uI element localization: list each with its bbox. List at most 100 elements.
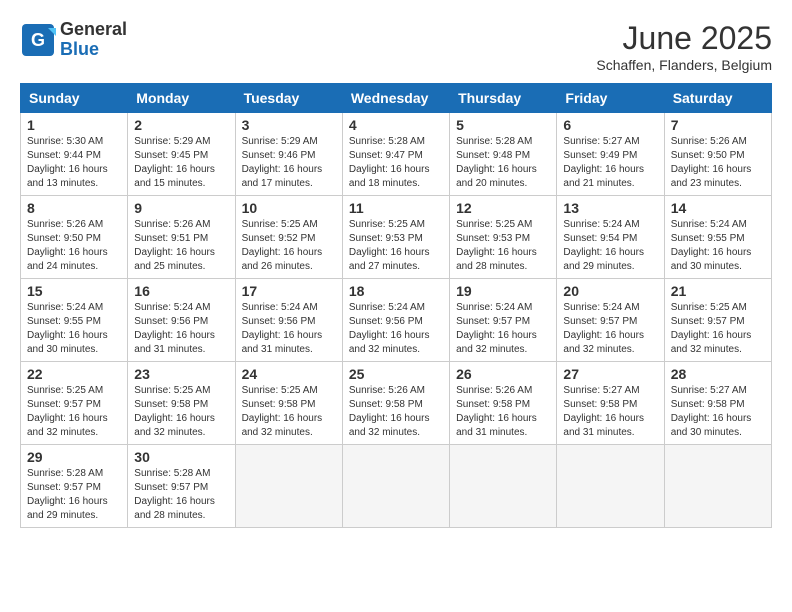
calendar-cell: 13 Sunrise: 5:24 AM Sunset: 9:54 PM Dayl… <box>557 196 664 279</box>
day-number: 28 <box>671 366 765 382</box>
location: Schaffen, Flanders, Belgium <box>596 57 772 73</box>
day-info: Sunrise: 5:24 AM Sunset: 9:55 PM Dayligh… <box>27 301 121 357</box>
day-number: 6 <box>563 117 657 133</box>
day-info: Sunrise: 5:27 AM Sunset: 9:58 PM Dayligh… <box>671 384 765 440</box>
day-number: 8 <box>27 200 121 216</box>
day-info: Sunrise: 5:26 AM Sunset: 9:50 PM Dayligh… <box>27 218 121 274</box>
day-number: 9 <box>134 200 228 216</box>
day-info: Sunrise: 5:27 AM Sunset: 9:49 PM Dayligh… <box>563 135 657 191</box>
day-info: Sunrise: 5:27 AM Sunset: 9:58 PM Dayligh… <box>563 384 657 440</box>
calendar-cell: 4 Sunrise: 5:28 AM Sunset: 9:47 PM Dayli… <box>342 113 449 196</box>
day-number: 16 <box>134 283 228 299</box>
calendar-cell: 2 Sunrise: 5:29 AM Sunset: 9:45 PM Dayli… <box>128 113 235 196</box>
calendar-cell: 15 Sunrise: 5:24 AM Sunset: 9:55 PM Dayl… <box>21 279 128 362</box>
day-info: Sunrise: 5:26 AM Sunset: 9:50 PM Dayligh… <box>671 135 765 191</box>
svg-text:G: G <box>31 30 45 50</box>
calendar-cell: 16 Sunrise: 5:24 AM Sunset: 9:56 PM Dayl… <box>128 279 235 362</box>
day-number: 2 <box>134 117 228 133</box>
title-block: June 2025 Schaffen, Flanders, Belgium <box>596 20 772 73</box>
day-info: Sunrise: 5:25 AM Sunset: 9:58 PM Dayligh… <box>242 384 336 440</box>
day-number: 29 <box>27 449 121 465</box>
calendar-cell: 27 Sunrise: 5:27 AM Sunset: 9:58 PM Dayl… <box>557 362 664 445</box>
day-number: 11 <box>349 200 443 216</box>
calendar-cell: 19 Sunrise: 5:24 AM Sunset: 9:57 PM Dayl… <box>450 279 557 362</box>
calendar-cell <box>450 445 557 528</box>
calendar-cell: 30 Sunrise: 5:28 AM Sunset: 9:57 PM Dayl… <box>128 445 235 528</box>
calendar-cell <box>235 445 342 528</box>
logo-text: General Blue <box>60 20 127 60</box>
day-number: 24 <box>242 366 336 382</box>
calendar-cell: 28 Sunrise: 5:27 AM Sunset: 9:58 PM Dayl… <box>664 362 771 445</box>
day-header-thursday: Thursday <box>450 84 557 113</box>
day-number: 21 <box>671 283 765 299</box>
day-info: Sunrise: 5:26 AM Sunset: 9:58 PM Dayligh… <box>349 384 443 440</box>
calendar-week-row: 8 Sunrise: 5:26 AM Sunset: 9:50 PM Dayli… <box>21 196 772 279</box>
calendar-cell <box>664 445 771 528</box>
calendar-cell: 22 Sunrise: 5:25 AM Sunset: 9:57 PM Dayl… <box>21 362 128 445</box>
day-header-friday: Friday <box>557 84 664 113</box>
calendar-week-row: 15 Sunrise: 5:24 AM Sunset: 9:55 PM Dayl… <box>21 279 772 362</box>
day-number: 10 <box>242 200 336 216</box>
calendar-cell <box>557 445 664 528</box>
day-info: Sunrise: 5:25 AM Sunset: 9:57 PM Dayligh… <box>671 301 765 357</box>
day-info: Sunrise: 5:25 AM Sunset: 9:53 PM Dayligh… <box>456 218 550 274</box>
day-info: Sunrise: 5:28 AM Sunset: 9:57 PM Dayligh… <box>27 467 121 523</box>
calendar-cell: 10 Sunrise: 5:25 AM Sunset: 9:52 PM Dayl… <box>235 196 342 279</box>
logo-icon: G <box>20 22 56 58</box>
day-number: 7 <box>671 117 765 133</box>
day-info: Sunrise: 5:24 AM Sunset: 9:55 PM Dayligh… <box>671 218 765 274</box>
day-number: 22 <box>27 366 121 382</box>
day-info: Sunrise: 5:25 AM Sunset: 9:53 PM Dayligh… <box>349 218 443 274</box>
day-header-sunday: Sunday <box>21 84 128 113</box>
day-info: Sunrise: 5:28 AM Sunset: 9:47 PM Dayligh… <box>349 135 443 191</box>
day-header-tuesday: Tuesday <box>235 84 342 113</box>
calendar-cell: 21 Sunrise: 5:25 AM Sunset: 9:57 PM Dayl… <box>664 279 771 362</box>
day-number: 15 <box>27 283 121 299</box>
day-header-monday: Monday <box>128 84 235 113</box>
day-info: Sunrise: 5:29 AM Sunset: 9:45 PM Dayligh… <box>134 135 228 191</box>
day-info: Sunrise: 5:26 AM Sunset: 9:51 PM Dayligh… <box>134 218 228 274</box>
day-info: Sunrise: 5:25 AM Sunset: 9:58 PM Dayligh… <box>134 384 228 440</box>
day-info: Sunrise: 5:24 AM Sunset: 9:56 PM Dayligh… <box>349 301 443 357</box>
calendar-cell: 11 Sunrise: 5:25 AM Sunset: 9:53 PM Dayl… <box>342 196 449 279</box>
calendar-cell: 23 Sunrise: 5:25 AM Sunset: 9:58 PM Dayl… <box>128 362 235 445</box>
day-number: 19 <box>456 283 550 299</box>
day-info: Sunrise: 5:24 AM Sunset: 9:54 PM Dayligh… <box>563 218 657 274</box>
calendar-week-row: 22 Sunrise: 5:25 AM Sunset: 9:57 PM Dayl… <box>21 362 772 445</box>
day-number: 27 <box>563 366 657 382</box>
day-info: Sunrise: 5:24 AM Sunset: 9:57 PM Dayligh… <box>456 301 550 357</box>
day-info: Sunrise: 5:24 AM Sunset: 9:57 PM Dayligh… <box>563 301 657 357</box>
calendar-header-row: SundayMondayTuesdayWednesdayThursdayFrid… <box>21 84 772 113</box>
day-number: 18 <box>349 283 443 299</box>
calendar-cell: 29 Sunrise: 5:28 AM Sunset: 9:57 PM Dayl… <box>21 445 128 528</box>
page-header: G General Blue June 2025 Schaffen, Fland… <box>20 20 772 73</box>
calendar-week-row: 1 Sunrise: 5:30 AM Sunset: 9:44 PM Dayli… <box>21 113 772 196</box>
day-number: 26 <box>456 366 550 382</box>
day-number: 14 <box>671 200 765 216</box>
logo-general: General <box>60 20 127 40</box>
day-number: 25 <box>349 366 443 382</box>
day-number: 12 <box>456 200 550 216</box>
calendar-cell: 20 Sunrise: 5:24 AM Sunset: 9:57 PM Dayl… <box>557 279 664 362</box>
day-info: Sunrise: 5:28 AM Sunset: 9:48 PM Dayligh… <box>456 135 550 191</box>
day-number: 30 <box>134 449 228 465</box>
day-number: 13 <box>563 200 657 216</box>
day-number: 5 <box>456 117 550 133</box>
calendar-cell: 1 Sunrise: 5:30 AM Sunset: 9:44 PM Dayli… <box>21 113 128 196</box>
day-info: Sunrise: 5:28 AM Sunset: 9:57 PM Dayligh… <box>134 467 228 523</box>
day-info: Sunrise: 5:24 AM Sunset: 9:56 PM Dayligh… <box>134 301 228 357</box>
calendar-cell: 9 Sunrise: 5:26 AM Sunset: 9:51 PM Dayli… <box>128 196 235 279</box>
calendar-cell: 26 Sunrise: 5:26 AM Sunset: 9:58 PM Dayl… <box>450 362 557 445</box>
calendar-cell: 3 Sunrise: 5:29 AM Sunset: 9:46 PM Dayli… <box>235 113 342 196</box>
day-header-saturday: Saturday <box>664 84 771 113</box>
day-info: Sunrise: 5:29 AM Sunset: 9:46 PM Dayligh… <box>242 135 336 191</box>
calendar-table: SundayMondayTuesdayWednesdayThursdayFrid… <box>20 83 772 528</box>
day-number: 4 <box>349 117 443 133</box>
calendar-cell: 24 Sunrise: 5:25 AM Sunset: 9:58 PM Dayl… <box>235 362 342 445</box>
calendar-cell <box>342 445 449 528</box>
day-info: Sunrise: 5:25 AM Sunset: 9:57 PM Dayligh… <box>27 384 121 440</box>
day-number: 3 <box>242 117 336 133</box>
day-info: Sunrise: 5:30 AM Sunset: 9:44 PM Dayligh… <box>27 135 121 191</box>
calendar-cell: 18 Sunrise: 5:24 AM Sunset: 9:56 PM Dayl… <box>342 279 449 362</box>
day-number: 1 <box>27 117 121 133</box>
